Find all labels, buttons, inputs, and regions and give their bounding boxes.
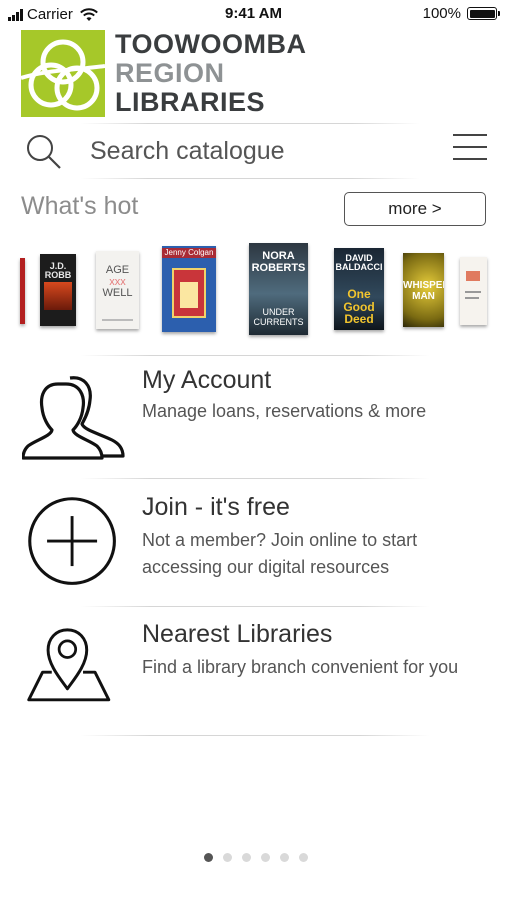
- battery-icon: [467, 7, 500, 20]
- battery-percent: 100%: [422, 5, 461, 22]
- nearest-libraries-title: Nearest Libraries: [142, 620, 333, 648]
- page-dot-4[interactable]: [260, 853, 270, 862]
- divider: [80, 478, 430, 479]
- page-dot-6[interactable]: [298, 853, 308, 862]
- book-cover-8[interactable]: [460, 257, 487, 325]
- page-dot-5[interactable]: [279, 853, 289, 862]
- search-input[interactable]: [90, 134, 430, 168]
- logo-line-1: TOOWOOMBA: [115, 29, 307, 59]
- search-bar: [20, 128, 487, 174]
- whats-hot-heading: What's hot: [21, 192, 139, 220]
- divider: [80, 178, 420, 179]
- my-account-subtitle: Manage loans, reservations & more: [142, 401, 427, 421]
- book-2-author: J.D. ROBB: [44, 261, 72, 281]
- menu-item-nearest-libraries[interactable]: Nearest Libraries Find a library branch …: [0, 612, 507, 730]
- page-dot-2[interactable]: [222, 853, 232, 862]
- join-title: Join - it's free: [142, 493, 290, 521]
- page-dot-3[interactable]: [241, 853, 251, 862]
- page-dot-1[interactable]: [203, 853, 213, 862]
- divider: [80, 606, 430, 607]
- more-button[interactable]: more >: [344, 192, 486, 226]
- menu-item-join[interactable]: Join - it's free Not a member? Join onli…: [0, 485, 507, 603]
- status-right: 100%: [422, 5, 500, 22]
- book-cover-7[interactable]: WHISPERMAN: [403, 253, 444, 327]
- book-cover-4[interactable]: Jenny Colgan: [162, 246, 216, 332]
- library-logo: TOOWOOMBA REGION LIBRARIES: [21, 30, 341, 120]
- book-cover-2[interactable]: J.D. ROBB: [40, 254, 76, 326]
- book-6-title: One Good Deed: [343, 287, 375, 327]
- divider: [80, 123, 420, 124]
- map-pin-icon: [27, 628, 111, 702]
- book-3-title: AGE xxx WELL: [102, 264, 133, 300]
- users-icon: [22, 376, 125, 460]
- book-4-author: Jenny Colgan: [162, 248, 216, 259]
- logo-line-3: LIBRARIES: [115, 87, 266, 117]
- book-5-title: UNDER CURRENTS: [253, 307, 304, 327]
- book-5-author: NORA ROBERTS: [251, 250, 306, 274]
- nearest-libraries-subtitle: Find a library branch convenient for you: [142, 657, 459, 677]
- my-account-title: My Account: [142, 366, 272, 394]
- logo-line-2: REGION: [115, 58, 225, 88]
- join-subtitle: Not a member? Join online to start acces…: [142, 530, 418, 577]
- divider: [80, 355, 430, 356]
- book-cover-6[interactable]: DAVID BALDACCI One Good Deed: [334, 248, 384, 330]
- book-cover-3[interactable]: AGE xxx WELL: [96, 251, 139, 329]
- menu-item-my-account[interactable]: My Account Manage loans, reservations & …: [0, 360, 507, 472]
- book-cover-5[interactable]: NORA ROBERTS UNDER CURRENTS: [249, 243, 308, 335]
- book-7-title: WHISPERMAN: [403, 280, 444, 302]
- logo-wordmark: TOOWOOMBA REGION LIBRARIES: [115, 30, 306, 117]
- divider: [80, 735, 430, 736]
- logo-mark-icon: [21, 30, 105, 117]
- book-cover-1[interactable]: [20, 258, 25, 324]
- page-indicator[interactable]: [0, 853, 507, 862]
- plus-circle-icon: [28, 497, 116, 585]
- hamburger-menu-icon[interactable]: [453, 134, 487, 162]
- status-bar: Carrier 9:41 AM 100%: [0, 0, 507, 28]
- book-6-author: DAVID BALDACCI: [335, 253, 383, 273]
- search-icon[interactable]: [24, 132, 62, 170]
